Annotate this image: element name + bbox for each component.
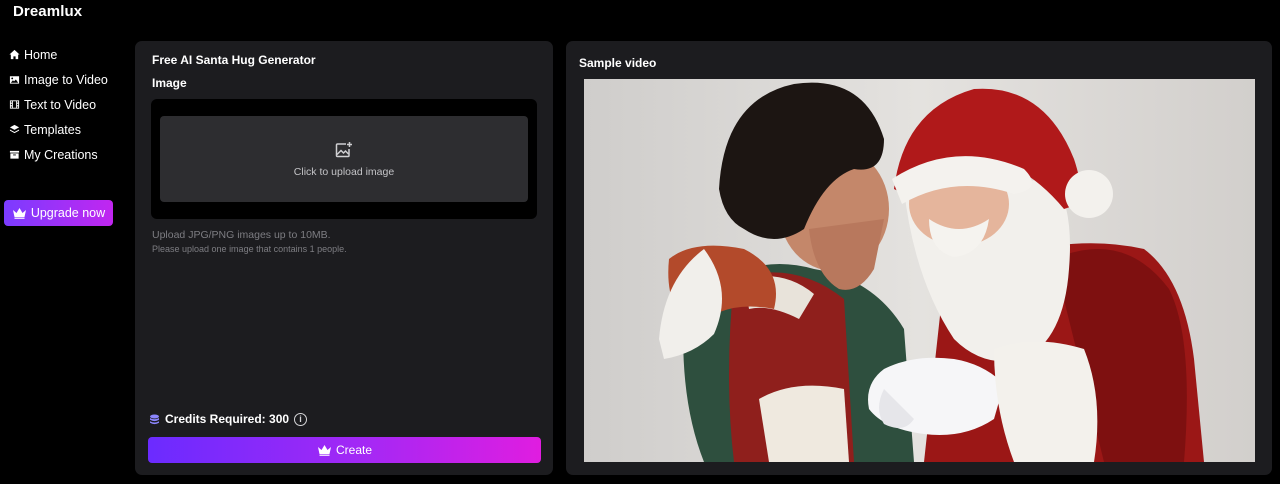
- home-icon: [8, 49, 20, 61]
- sidebar-item-label: Templates: [24, 122, 81, 137]
- sidebar-item-label: My Creations: [24, 147, 98, 162]
- sidebar-item-text-to-video[interactable]: Text to Video: [0, 92, 125, 117]
- sidebar-nav: Home Image to Video Text to Video Templa…: [0, 42, 125, 167]
- credits-required: Credits Required: 300 i: [149, 412, 308, 426]
- upload-size-hint: Upload JPG/PNG images up to 10MB.: [152, 229, 331, 241]
- sidebar-item-label: Image to Video: [24, 72, 108, 87]
- upgrade-button[interactable]: Upgrade now: [4, 200, 113, 226]
- sample-video-title: Sample video: [579, 56, 657, 70]
- layers-icon: [8, 124, 20, 136]
- upload-people-hint: Please upload one image that contains 1 …: [152, 244, 347, 254]
- generator-panel: Free AI Santa Hug Generator Image Click …: [135, 41, 553, 475]
- sidebar-item-templates[interactable]: Templates: [0, 117, 125, 142]
- upgrade-label: Upgrade now: [30, 206, 106, 220]
- film-icon: [8, 99, 20, 111]
- upload-area: Click to upload image: [151, 99, 537, 219]
- add-image-icon: [335, 141, 352, 157]
- sample-video-player[interactable]: [584, 79, 1255, 462]
- sample-video-frame: [584, 79, 1255, 462]
- sidebar-item-label: Home: [24, 47, 58, 62]
- create-button[interactable]: Create: [148, 437, 541, 463]
- sidebar-item-label: Text to Video: [24, 97, 97, 112]
- app-logo[interactable]: Dreamlux: [13, 3, 82, 20]
- upload-image-button[interactable]: Click to upload image: [160, 116, 528, 202]
- create-label: Create: [335, 443, 373, 457]
- coins-icon: [149, 414, 160, 425]
- crown-icon: [12, 208, 26, 219]
- upload-prompt: Click to upload image: [293, 165, 395, 178]
- crown-icon: [317, 445, 331, 456]
- sample-panel: Sample video: [566, 41, 1272, 475]
- credits-label: Credits Required: 300: [165, 412, 290, 426]
- info-icon[interactable]: i: [294, 412, 308, 426]
- folder-icon: [8, 149, 20, 161]
- page-title: Free AI Santa Hug Generator: [152, 53, 316, 67]
- sidebar-item-my-creations[interactable]: My Creations: [0, 142, 125, 167]
- image-icon: [8, 74, 20, 86]
- sidebar-item-home[interactable]: Home: [0, 42, 125, 67]
- image-section-label: Image: [152, 76, 187, 90]
- sidebar-item-image-to-video[interactable]: Image to Video: [0, 67, 125, 92]
